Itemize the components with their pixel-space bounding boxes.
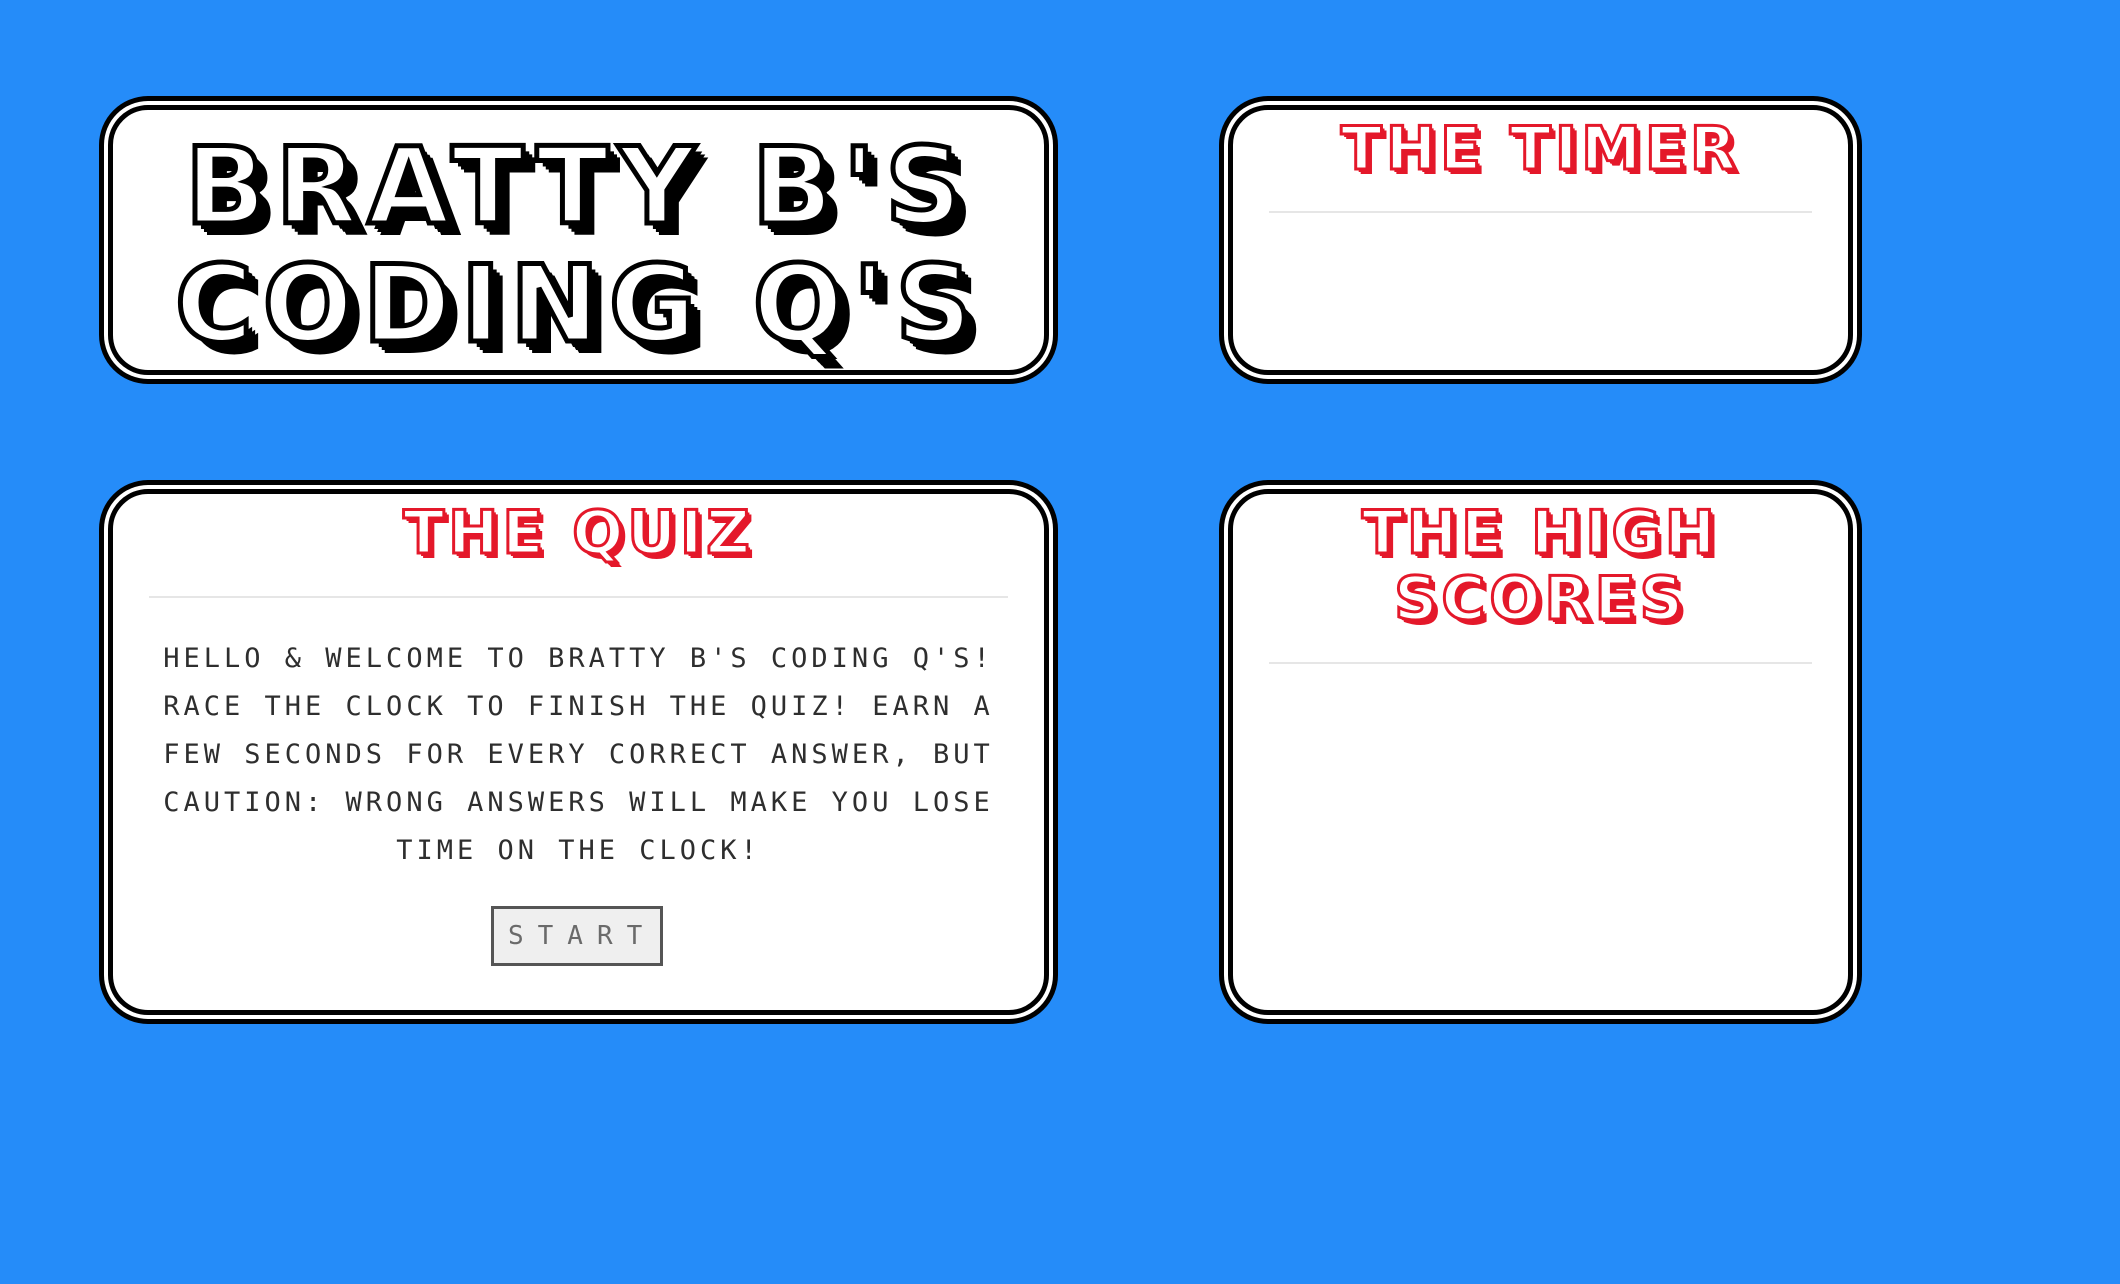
title-card: BRATTY B'S CODING Q'S [108, 105, 1049, 375]
quiz-card: THE QUIZ Hello & welcome to Bratty B's C… [108, 489, 1049, 1015]
timer-divider [1269, 211, 1812, 213]
app-title-line-1: BRATTY B'S [183, 125, 972, 248]
timer-card: THE TIMER [1228, 105, 1853, 375]
high-scores-heading: THE HIGH SCORES [1233, 494, 1848, 634]
high-scores-list [1269, 674, 1812, 990]
timer-heading: THE TIMER [1339, 114, 1741, 184]
app-title: BRATTY B'S CODING Q'S [113, 110, 1044, 366]
quiz-divider [149, 596, 1008, 598]
high-scores-heading-line-2: SCORES [1393, 564, 1687, 634]
quiz-intro-text: Hello & welcome to Bratty B's Coding Q's… [163, 643, 994, 866]
page: BRATTY B'S CODING Q'S THE TIMER THE QUIZ… [0, 0, 2120, 1284]
quiz-heading: THE QUIZ [402, 498, 754, 568]
timer-display [1269, 220, 1812, 350]
high-scores-card: THE HIGH SCORES [1228, 489, 1853, 1015]
start-button[interactable]: START [491, 906, 663, 966]
app-title-line-2: CODING Q'S [173, 243, 982, 366]
high-scores-divider [1269, 662, 1812, 664]
high-scores-heading-line-1: THE HIGH [1360, 498, 1720, 568]
